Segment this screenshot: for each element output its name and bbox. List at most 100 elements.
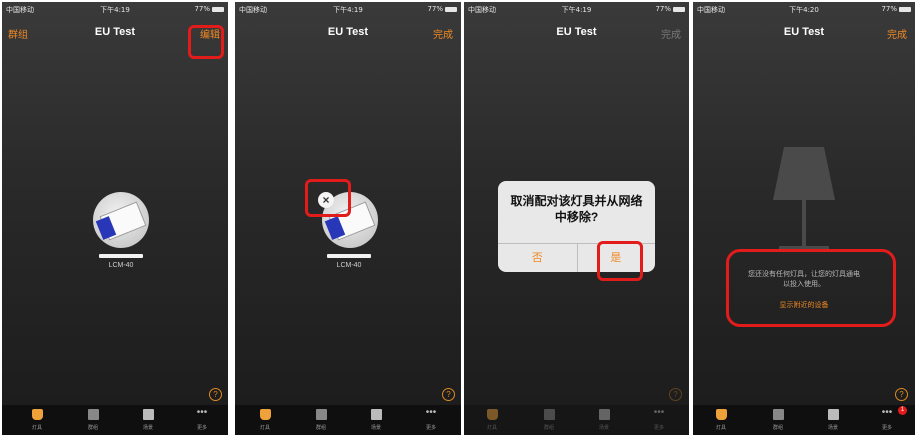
lamp-icon	[715, 409, 727, 420]
tab-bar: 灯具 群组 场景 ••• 更多	[2, 405, 228, 435]
scene-icon	[598, 409, 610, 420]
tab-more[interactable]: ••• 更多	[874, 407, 900, 432]
device-underline	[327, 254, 371, 258]
status-bar: 中国移动 下午4:19 77%	[464, 2, 689, 16]
tab-scenes[interactable]: 场景	[363, 409, 389, 431]
tab-label: 群组	[543, 425, 554, 431]
tab-label: 场景	[598, 425, 609, 431]
tab-groups[interactable]: 群组	[536, 409, 562, 431]
tab-more[interactable]: ••• 更多	[418, 407, 444, 432]
done-button[interactable]: 完成	[661, 26, 681, 41]
highlight-box	[726, 249, 896, 327]
tab-label: 群组	[315, 425, 326, 431]
tab-more[interactable]: ••• 更多	[646, 407, 672, 432]
group-icon	[315, 409, 327, 420]
help-icon[interactable]: ?	[442, 388, 455, 401]
tab-scenes[interactable]: 场景	[820, 409, 846, 431]
tab-label: 场景	[827, 425, 838, 431]
screen-4: 中国移动 下午4:20 77% EU Test 完成 您还没有任何灯具，让您的灯…	[693, 2, 915, 435]
scene-icon	[142, 409, 154, 420]
notification-badge: 1	[898, 406, 907, 415]
battery: 77%	[194, 5, 224, 13]
tab-label: 灯具	[486, 425, 497, 431]
group-icon	[772, 409, 784, 420]
page-title: EU Test	[327, 26, 369, 38]
more-icon: •••	[425, 407, 437, 418]
battery-level: 77%	[881, 5, 897, 13]
battery-icon	[673, 6, 685, 12]
done-button[interactable]: 完成	[887, 26, 907, 41]
tab-label: 场景	[370, 425, 381, 431]
dialog-message: 取消配对该灯具并从网络 中移除?	[498, 193, 655, 225]
lamp-icon	[31, 409, 43, 420]
tab-label: 灯具	[31, 425, 42, 431]
device-tile[interactable]	[93, 192, 149, 248]
tab-groups[interactable]: 群组	[308, 409, 334, 431]
battery-icon	[899, 6, 911, 12]
tab-label: 更多	[196, 425, 207, 431]
battery: 77%	[655, 5, 685, 13]
tab-bar: 灯具 群组 场景 ••• 更多	[464, 405, 689, 435]
lamp-icon	[259, 409, 271, 420]
nav-bar: EU Test 完成	[464, 16, 689, 50]
page-title: EU Test	[556, 26, 597, 38]
tab-label: 更多	[881, 425, 892, 431]
device-label: LCM-40	[336, 262, 362, 269]
help-icon[interactable]: ?	[895, 388, 908, 401]
tab-label: 灯具	[259, 425, 270, 431]
battery: 77%	[881, 5, 911, 13]
status-bar: 中国移动 下午4:19 77%	[2, 2, 228, 16]
no-button[interactable]: 否	[498, 244, 578, 272]
dialog-message-line-1: 取消配对该灯具并从网络	[510, 194, 643, 208]
scene-icon	[827, 409, 839, 420]
battery-level: 77%	[194, 5, 210, 13]
help-icon[interactable]: ?	[669, 388, 682, 401]
highlight-box	[597, 241, 643, 281]
tab-label: 群组	[87, 425, 98, 431]
nav-bar: EU Test 完成	[235, 16, 461, 50]
tab-label: 更多	[425, 425, 436, 431]
status-bar: 中国移动 下午4:19 77%	[235, 2, 461, 16]
lamp-placeholder-icon	[773, 147, 835, 251]
tab-scenes[interactable]: 场景	[591, 409, 617, 431]
battery-icon	[445, 6, 457, 12]
lamp-icon	[486, 409, 498, 420]
tab-label: 更多	[653, 425, 664, 431]
group-icon	[543, 409, 555, 420]
tab-lights[interactable]: 灯具	[479, 409, 505, 431]
tab-bar: 灯具 群组 场景 ••• 更多 1	[693, 405, 915, 435]
tab-groups[interactable]: 群组	[765, 409, 791, 431]
tab-label: 灯具	[715, 425, 726, 431]
dialog-message-line-2: 中移除?	[554, 210, 599, 224]
tab-lights[interactable]: 灯具	[708, 409, 734, 431]
more-icon: •••	[653, 407, 665, 418]
tab-lights[interactable]: 灯具	[252, 409, 278, 431]
battery: 77%	[427, 5, 457, 13]
battery-level: 77%	[427, 5, 443, 13]
screen-3: 中国移动 下午4:19 77% EU Test 完成 取消配对该灯具并从网络 中…	[464, 2, 689, 435]
highlight-box	[305, 179, 351, 217]
tab-label: 群组	[772, 425, 783, 431]
tab-lights[interactable]: 灯具	[24, 409, 50, 431]
status-bar: 中国移动 下午4:20 77%	[693, 2, 915, 16]
battery-icon	[212, 6, 224, 12]
nav-bar: EU Test 完成	[693, 16, 915, 50]
device-underline	[99, 254, 143, 258]
highlight-box	[188, 25, 224, 59]
scene-icon	[370, 409, 382, 420]
tab-groups[interactable]: 群组	[80, 409, 106, 431]
tab-label: 场景	[142, 425, 153, 431]
battery-level: 77%	[655, 5, 671, 13]
tab-bar: 灯具 群组 场景 ••• 更多	[235, 405, 461, 435]
help-icon[interactable]: ?	[209, 388, 222, 401]
more-icon: •••	[196, 407, 208, 418]
more-icon: •••	[881, 407, 893, 418]
page-title: EU Test	[783, 26, 825, 38]
tab-scenes[interactable]: 场景	[135, 409, 161, 431]
device-label: LCM-40	[108, 262, 134, 269]
tab-more[interactable]: ••• 更多	[189, 407, 215, 432]
screen-2: 中国移动 下午4:19 77% EU Test 完成 × LCM-40 ? 灯具…	[235, 2, 461, 435]
screen-1: 中国移动 下午4:19 77% 群组 EU Test 编辑 LCM-40 ? 灯…	[2, 2, 228, 435]
done-button[interactable]: 完成	[433, 26, 453, 41]
group-icon	[87, 409, 99, 420]
